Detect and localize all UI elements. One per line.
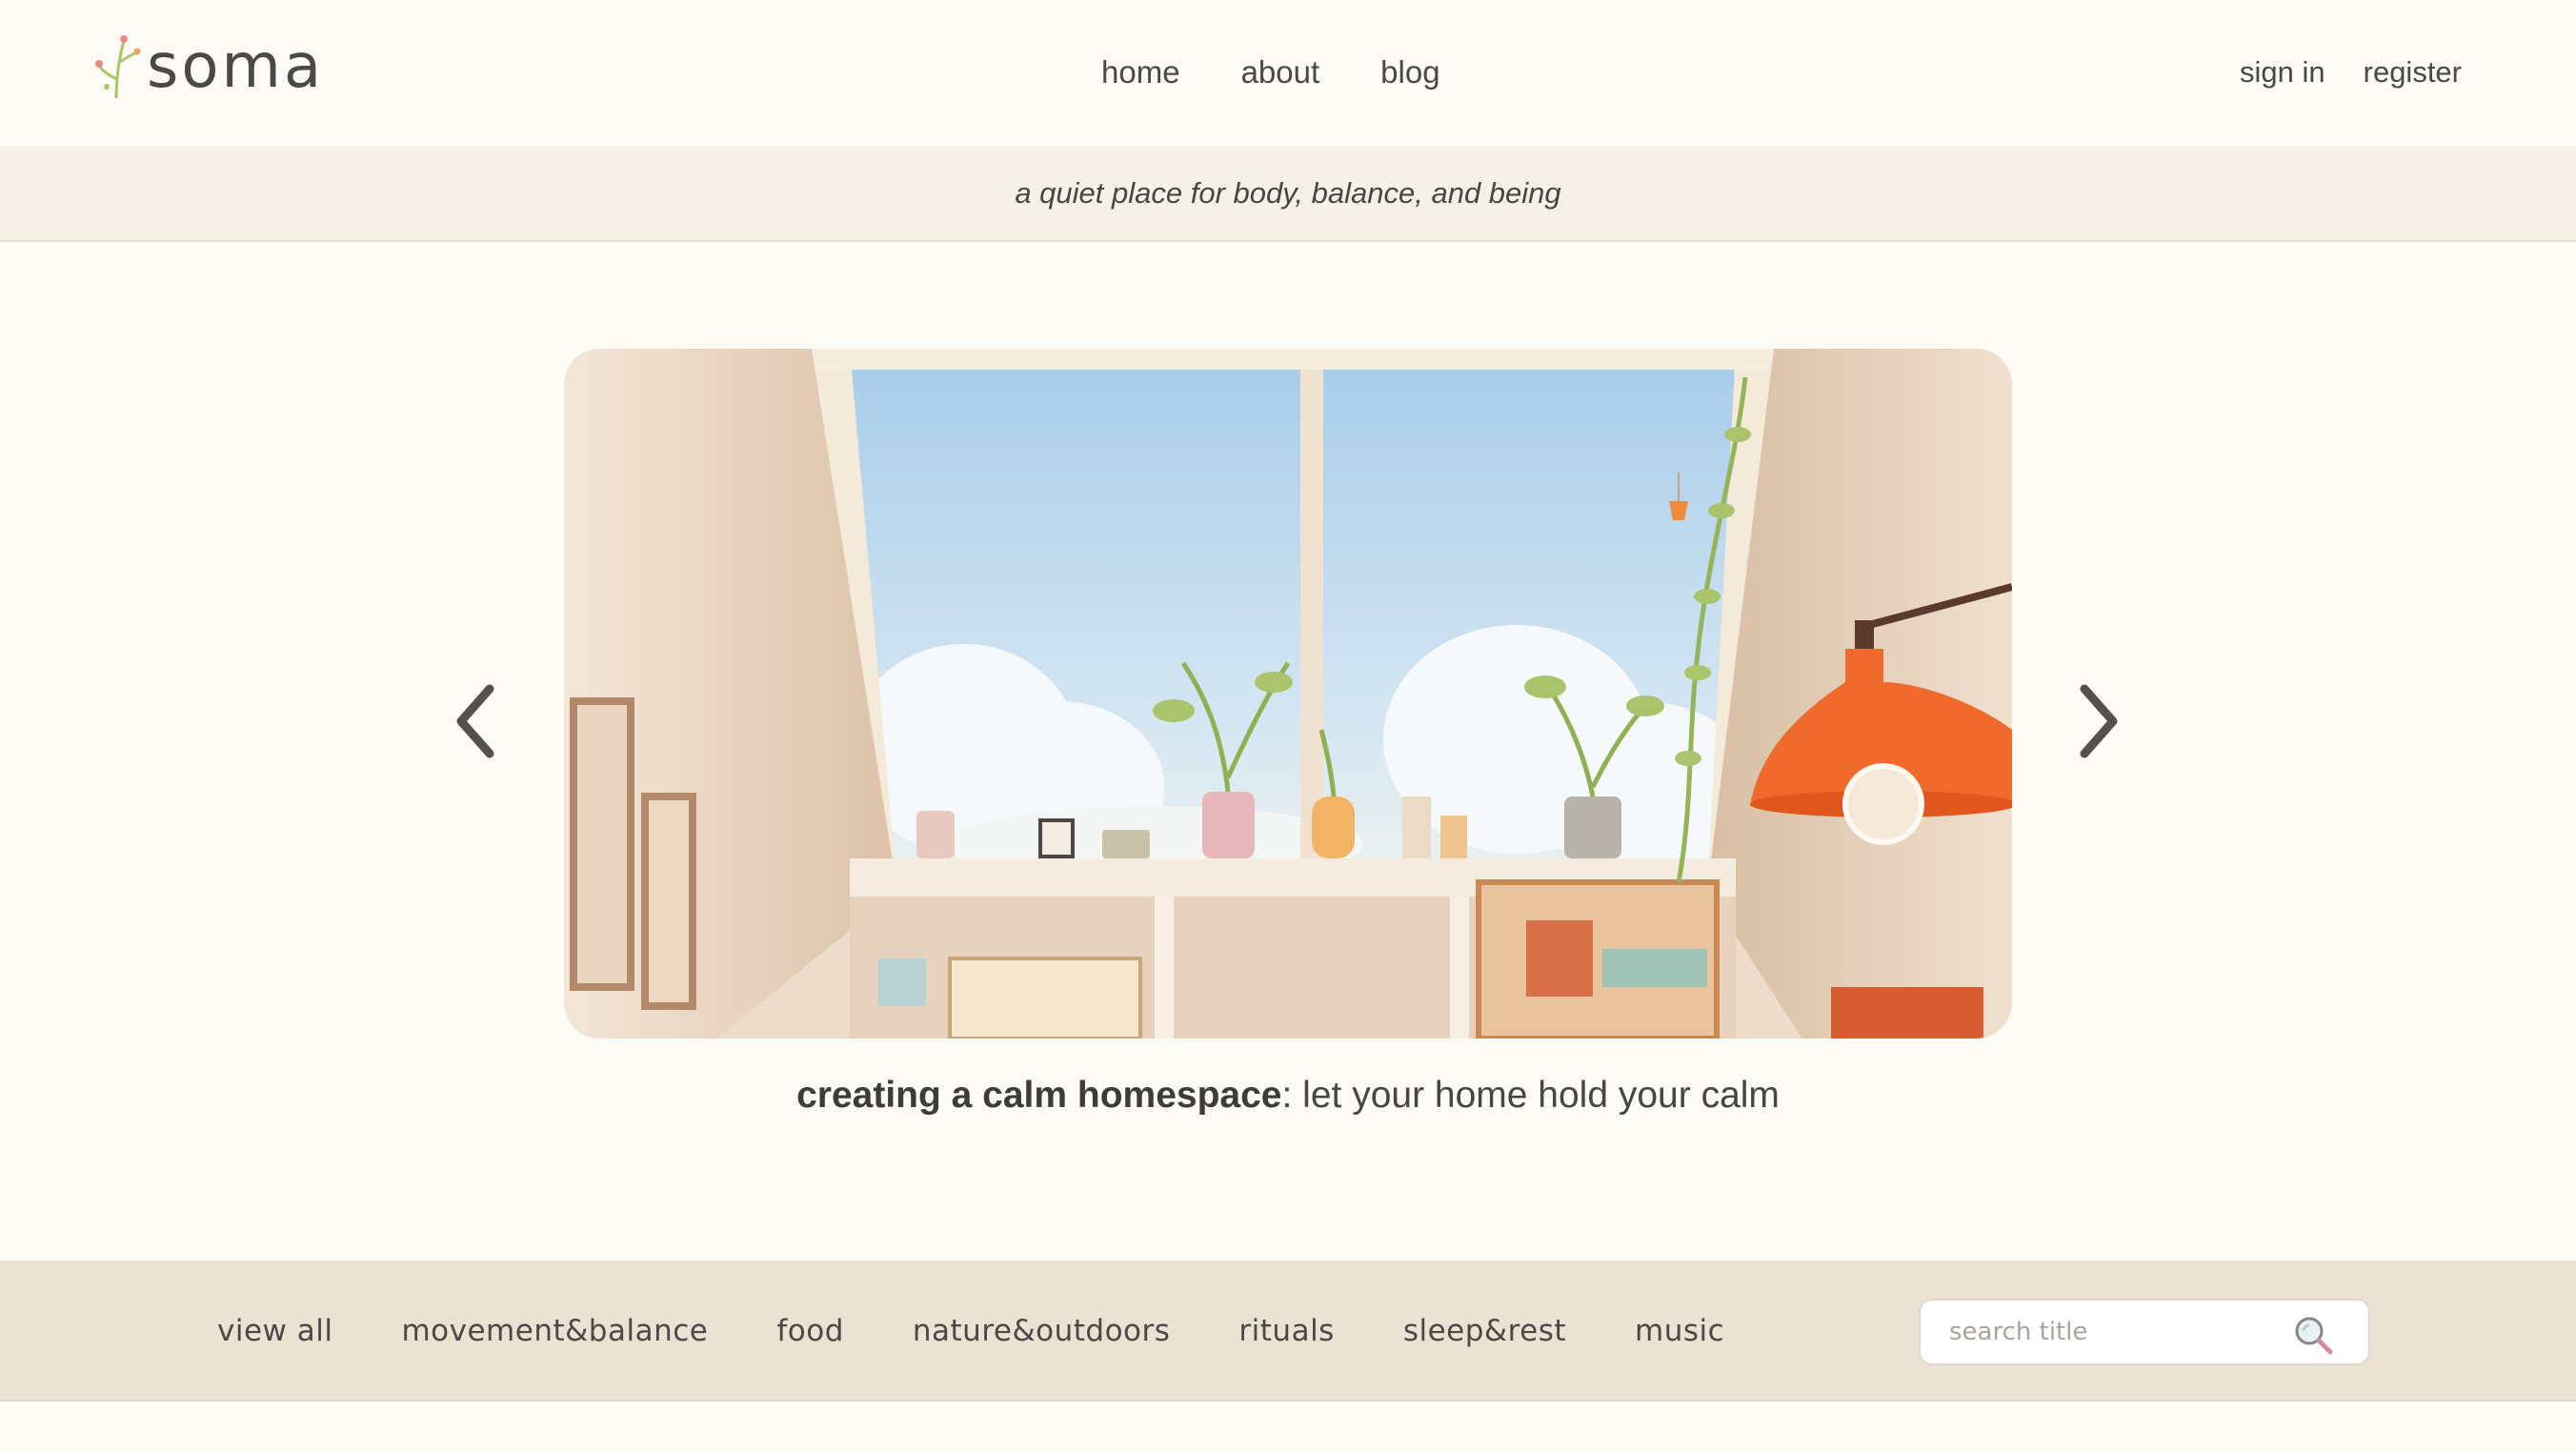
hero-caption-subtitle: : let your home hold your calm	[1281, 1075, 1780, 1116]
tagline: a quiet place for body, balance, and bei…	[1015, 176, 1561, 210]
hero-caption[interactable]: creating a calm homespace: let your home…	[0, 1075, 2576, 1117]
carousel-prev-button[interactable]	[442, 678, 509, 764]
logo-text: soma	[147, 31, 325, 102]
logo[interactable]: soma	[95, 29, 324, 105]
nav-home[interactable]: home	[1101, 50, 1180, 95]
attic-room-illustration	[564, 349, 2012, 1039]
search-icon[interactable]	[2292, 1314, 2334, 1356]
chevron-left-icon	[456, 684, 494, 758]
category-rituals[interactable]: rituals	[1238, 1314, 1334, 1348]
account-nav: sign in register	[2202, 50, 2462, 95]
chevron-right-icon	[2080, 684, 2118, 758]
search-box	[1919, 1299, 2370, 1365]
carousel-next-button[interactable]	[2065, 678, 2132, 764]
nav-blog[interactable]: blog	[1380, 50, 1439, 95]
category-nature-outdoors[interactable]: nature&outdoors	[913, 1314, 1171, 1348]
category-movement-balance[interactable]: movement&balance	[401, 1314, 708, 1348]
hero-image[interactable]	[564, 349, 2012, 1039]
category-music[interactable]: music	[1635, 1314, 1724, 1348]
top-navigation: soma home about blog sign in register	[0, 0, 2576, 147]
tagline-bar: a quiet place for body, balance, and bei…	[0, 147, 2576, 242]
category-bar: view all movement&balance food nature&ou…	[0, 1260, 2576, 1402]
sprout-logo-icon	[95, 35, 141, 99]
category-nav: view all movement&balance food nature&ou…	[217, 1260, 1793, 1402]
category-view-all[interactable]: view all	[217, 1314, 332, 1348]
category-sleep-rest[interactable]: sleep&rest	[1403, 1314, 1566, 1348]
sign-in-link[interactable]: sign in	[2240, 50, 2325, 95]
category-food[interactable]: food	[776, 1314, 844, 1348]
hero-caption-title: creating a calm homespace	[796, 1075, 1282, 1116]
search-input[interactable]	[1921, 1303, 2283, 1361]
nav-about[interactable]: about	[1241, 50, 1320, 95]
register-link[interactable]: register	[2364, 50, 2462, 95]
main-nav: home about blog	[1101, 50, 1501, 95]
